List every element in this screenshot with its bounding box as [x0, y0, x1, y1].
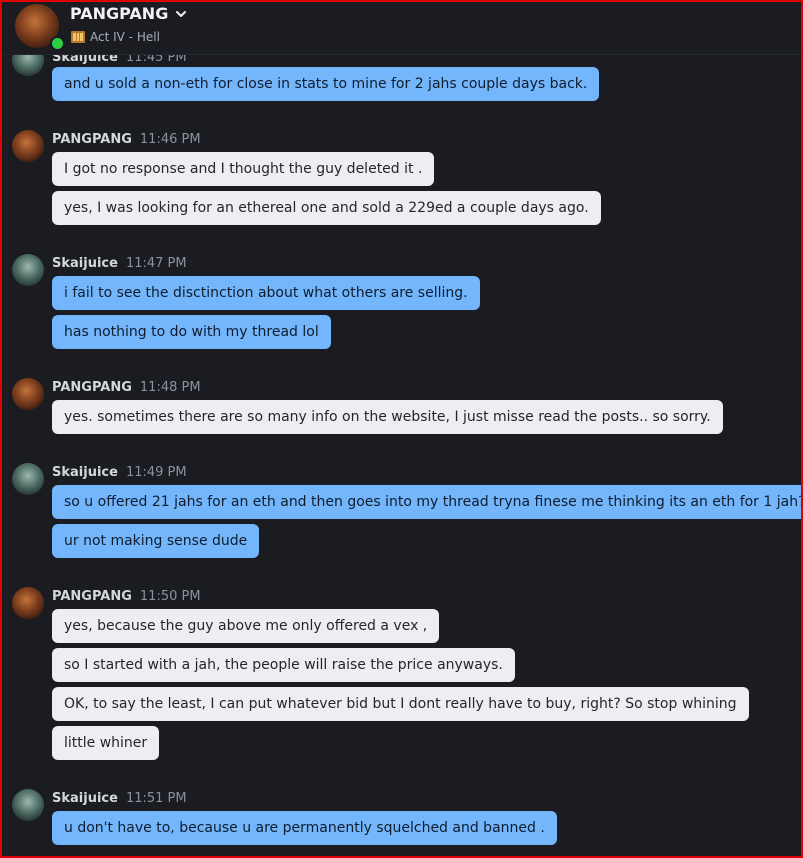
message-bubble[interactable]: yes, because the guy above me only offer… [52, 609, 440, 643]
chat-thread[interactable]: Skaijuice 11:45 PM and u sold a non-eth … [2, 0, 803, 858]
message-bubble[interactable]: so u offered 21 jahs for an eth and then… [52, 485, 803, 519]
avatar[interactable] [12, 254, 44, 286]
contact-name: PANGPANG [70, 4, 169, 23]
contact-status: Act IV - Hell [70, 30, 160, 44]
message-meta: Skaijuice 11:49 PM [52, 465, 187, 480]
message-time: 11:50 PM [139, 589, 201, 604]
message-meta: Skaijuice 11:47 PM [52, 256, 187, 271]
message-author[interactable]: Skaijuice [52, 791, 118, 806]
message-bubble[interactable]: i fail to see the disctinction about wha… [52, 276, 480, 310]
message-time: 11:46 PM [139, 132, 201, 147]
message-author[interactable]: PANGPANG [52, 589, 132, 604]
message-bubble[interactable]: yes. sometimes there are so many info on… [52, 400, 723, 434]
message-bubble[interactable]: ur not making sense dude [52, 524, 260, 558]
conversation-header: PANGPANG Act IV - Hell [2, 2, 801, 55]
message-bubble[interactable]: OK, to say the least, I can put whatever… [52, 687, 749, 721]
message-bubble[interactable]: I got no response and I thought the guy … [52, 152, 435, 186]
message-bubble[interactable]: has nothing to do with my thread lol [52, 315, 331, 349]
message-time: 11:49 PM [125, 465, 187, 480]
message-bubble[interactable]: yes, I was looking for an ethereal one a… [52, 191, 601, 225]
contact-name-button[interactable]: PANGPANG [70, 4, 188, 23]
message-author[interactable]: PANGPANG [52, 132, 132, 147]
message-bubble[interactable]: so I started with a jah, the people will… [52, 648, 515, 682]
avatar[interactable] [12, 463, 44, 495]
message-time: 11:48 PM [139, 380, 201, 395]
avatar[interactable] [12, 378, 44, 410]
message-meta: PANGPANG 11:46 PM [52, 132, 201, 147]
message-meta: Skaijuice 11:51 PM [52, 791, 187, 806]
message-time: 11:47 PM [125, 256, 187, 271]
message-bubble[interactable]: and u sold a non-eth for close in stats … [52, 67, 600, 101]
chevron-down-icon [176, 10, 187, 17]
message-bubble[interactable]: little whiner [52, 726, 160, 760]
message-time: 11:51 PM [125, 791, 187, 806]
avatar[interactable] [12, 789, 44, 821]
message-meta: PANGPANG 11:50 PM [52, 589, 201, 604]
message-author[interactable]: Skaijuice [52, 256, 118, 271]
message-author[interactable]: Skaijuice [52, 465, 118, 480]
message-bubble[interactable]: u don't have to, because u are permanent… [52, 811, 557, 845]
avatar[interactable] [12, 587, 44, 619]
message-meta: PANGPANG 11:48 PM [52, 380, 201, 395]
contact-status-text: Act IV - Hell [90, 30, 160, 44]
avatar[interactable] [12, 130, 44, 162]
game-icon [71, 31, 85, 43]
message-author[interactable]: PANGPANG [52, 380, 132, 395]
online-status-icon [50, 36, 65, 51]
